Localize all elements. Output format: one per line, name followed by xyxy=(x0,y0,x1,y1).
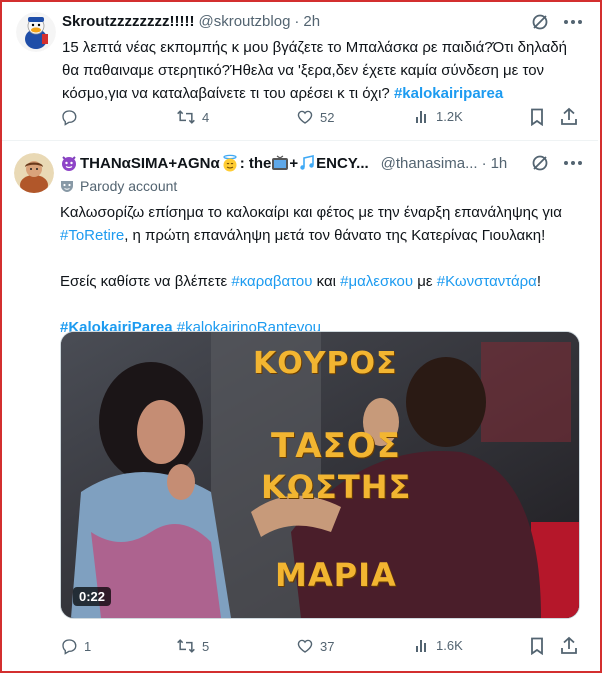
reply-button[interactable]: 1 xyxy=(60,637,91,655)
hashtag-link[interactable]: #καραβατου xyxy=(231,273,312,290)
display-name-part: ENCY... xyxy=(316,154,369,172)
tweet-text-line: 15 λεπτά νέας εκπομπής κ μου βγάζετε το … xyxy=(62,39,567,56)
repost-count: 4 xyxy=(202,109,210,125)
tweet-text-segment: ! xyxy=(536,273,542,290)
timestamp[interactable]: 2h xyxy=(303,13,320,30)
reply-button[interactable] xyxy=(60,108,84,126)
repost-icon xyxy=(177,110,195,124)
repost-icon xyxy=(177,639,195,653)
share-icon[interactable] xyxy=(560,107,578,126)
video-caption: ΚΟΥΡΟΣ xyxy=(253,346,398,381)
tweet-text-line: θα παθαιναμε στερητικό?Ήθελα να 'ξερα,δε… xyxy=(62,62,545,79)
handle[interactable]: @thanasima... xyxy=(381,155,478,172)
tweet-text: 15 λεπτά νέας εκπομπής κ μου βγάζετε το … xyxy=(62,36,582,105)
handle[interactable]: @skroutzblog xyxy=(198,13,290,30)
tweet-header: Skroutzzzzzzzz!!!!! @skroutzblog · 2h xyxy=(62,13,320,30)
heart-icon xyxy=(297,110,313,124)
video-duration: 0:22 xyxy=(73,587,112,606)
view-count: 1.2K xyxy=(436,108,463,124)
display-name-part: + xyxy=(289,154,299,172)
more-icon[interactable] xyxy=(562,153,584,173)
tweet-2[interactable]: THANαSIMA+AGNα : the + ENCY... @thanasim… xyxy=(2,141,598,669)
hashtag-link[interactable]: #ToRetire xyxy=(60,227,124,244)
repost-count: 5 xyxy=(202,638,210,654)
timestamp[interactable]: 1h xyxy=(491,155,508,172)
hashtag-link[interactable]: #kalokairiparea xyxy=(394,85,503,102)
share-icon[interactable] xyxy=(560,636,578,655)
views-icon xyxy=(416,111,426,123)
reply-count: 1 xyxy=(84,638,92,654)
tweet-text-line: #ToRetire, η πρώτη επανάληψη μετά τον θά… xyxy=(60,224,590,247)
angel-emoji-icon xyxy=(221,154,239,172)
view-count: 1.6K xyxy=(436,637,463,653)
views-button[interactable]: 1.2K xyxy=(414,108,463,124)
video-player[interactable]: ΚΟΥΡΟΣ ΤΑΣΟΣ ΚΩΣΤΗΣ ΜΑΡΙΑ 0:22 xyxy=(60,331,580,619)
avatar[interactable] xyxy=(14,153,54,193)
grok-icon[interactable] xyxy=(530,153,550,173)
display-name-part: : the xyxy=(239,154,272,172)
reply-icon xyxy=(62,110,77,126)
tweet-text-segment: , η πρώτη επανάληψη μετά τον θάνατο της … xyxy=(124,227,546,244)
tweet-text-segment: και xyxy=(312,273,341,290)
like-button[interactable]: 52 xyxy=(296,108,334,126)
hashtag-link[interactable]: #Κωνσταντάρα xyxy=(437,273,537,290)
dot-separator: · xyxy=(294,13,300,30)
like-count: 37 xyxy=(320,638,335,654)
dot-separator: · xyxy=(481,154,487,172)
grok-icon[interactable] xyxy=(530,12,550,32)
more-icon[interactable] xyxy=(562,12,584,32)
like-button[interactable]: 37 xyxy=(296,637,334,655)
tweet-text-segment: με xyxy=(413,273,437,290)
parody-account-text: Parody account xyxy=(80,178,178,194)
video-caption: ΤΑΣΟΣ xyxy=(271,426,401,466)
tweet-1[interactable]: Skroutzzzzzzzz!!!!! @skroutzblog · 2h 15… xyxy=(2,0,598,140)
tweet-text-segment: κόσμο,για να καταλαβαίνετε τι του αρέσει… xyxy=(62,85,394,102)
tweet-text-line: Εσείς καθίστε να βλέπετε #καραβατου και … xyxy=(60,270,590,293)
tweet-text-line: Καλωσορίζω επίσημα το καλοκαίρι και φέτο… xyxy=(60,204,562,221)
video-caption: ΜΑΡΙΑ xyxy=(275,556,397,594)
tv-emoji-icon xyxy=(271,155,289,171)
tweet-text-line: κόσμο,για να καταλαβαίνετε τι του αρέσει… xyxy=(62,82,582,105)
display-name[interactable]: THANαSIMA+AGNα xyxy=(80,155,220,172)
display-name[interactable]: Skroutzzzzzzzz!!!!! xyxy=(62,13,194,30)
video-caption: ΚΩΣΤΗΣ xyxy=(261,468,412,506)
views-icon xyxy=(416,640,426,652)
repost-button[interactable]: 5 xyxy=(176,637,209,655)
parody-label: Parody account xyxy=(60,178,177,194)
reply-icon xyxy=(62,639,77,655)
avatar[interactable] xyxy=(16,12,56,52)
bookmark-icon[interactable] xyxy=(529,108,545,126)
mask-icon xyxy=(60,179,74,193)
heart-icon xyxy=(297,639,313,653)
bookmark-icon[interactable] xyxy=(529,637,545,655)
views-button[interactable]: 1.6K xyxy=(414,637,463,653)
music-notes-icon xyxy=(298,155,316,171)
devil-emoji-icon xyxy=(60,154,78,172)
tweet-header: THANαSIMA+AGNα : the + ENCY... @thanasim… xyxy=(60,154,507,172)
hashtag-link[interactable]: #μαλεσκου xyxy=(340,273,413,290)
tweet-text: Καλωσορίζω επίσημα το καλοκαίρι και φέτο… xyxy=(60,201,590,339)
like-count: 52 xyxy=(320,109,335,125)
tweet-text-segment: Εσείς καθίστε να βλέπετε xyxy=(60,273,232,290)
repost-button[interactable]: 4 xyxy=(176,108,209,126)
